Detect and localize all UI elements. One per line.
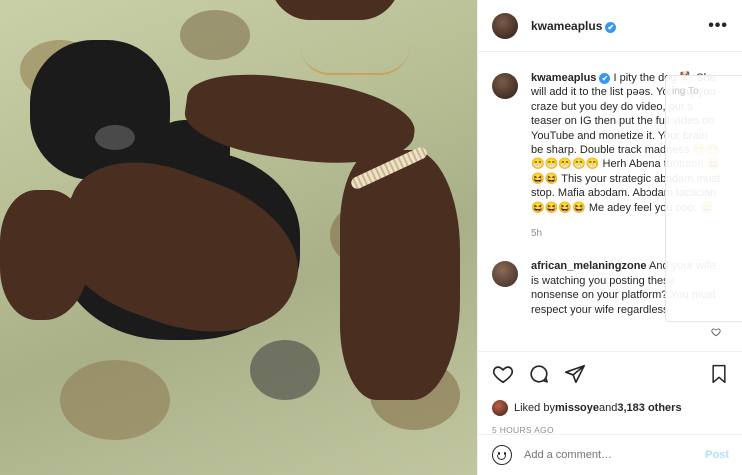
dog-muzzle [95, 125, 135, 150]
likes-prefix: Liked by [514, 402, 555, 414]
add-comment-bar: Post [478, 434, 742, 475]
fabric-pattern [180, 10, 250, 60]
overlay-popup: ing To [665, 75, 742, 322]
avatar[interactable] [492, 12, 518, 39]
forearm-left [0, 190, 90, 320]
verified-icon: ✔ [599, 73, 611, 84]
overlay-text: ing To [672, 86, 699, 97]
post-sidebar: kwameaplus ✔ ••• kwameaplus ✔ I pity the d… [477, 0, 742, 475]
post-image[interactable] [0, 0, 477, 475]
face-chin [270, 0, 400, 20]
comment-username[interactable]: african_melaningzone [531, 260, 647, 272]
avatar[interactable] [492, 400, 508, 416]
share-icon[interactable] [564, 363, 586, 385]
emoji-icon[interactable] [492, 445, 512, 465]
avatar[interactable] [492, 261, 518, 288]
fabric-pattern [250, 340, 320, 400]
more-icon[interactable]: ••• [708, 17, 728, 35]
comment-input[interactable] [524, 449, 706, 461]
header-username[interactable]: kwameaplus ✔ [531, 19, 617, 33]
avatar[interactable] [492, 73, 518, 99]
liker-username[interactable]: missoye [555, 402, 599, 414]
bookmark-icon[interactable] [709, 363, 729, 385]
heart-icon[interactable] [492, 363, 514, 385]
verified-icon: ✔ [605, 21, 617, 33]
necklace [300, 45, 410, 75]
caption-username[interactable]: kwameaplus [531, 72, 596, 84]
post-button[interactable]: Post [705, 449, 729, 461]
post-header: kwameaplus ✔ ••• [478, 0, 742, 52]
likes-count[interactable]: 3,183 others [617, 402, 681, 414]
likes-middle: and [599, 402, 618, 414]
comment-icon[interactable] [528, 363, 550, 385]
fabric-pattern [60, 360, 170, 440]
likes-line: Liked by missoye and 3,183 others [492, 400, 729, 416]
comment-like-icon[interactable] [711, 327, 721, 340]
action-bar: Liked by missoye and 3,183 others 5 HOUR… [478, 351, 742, 435]
